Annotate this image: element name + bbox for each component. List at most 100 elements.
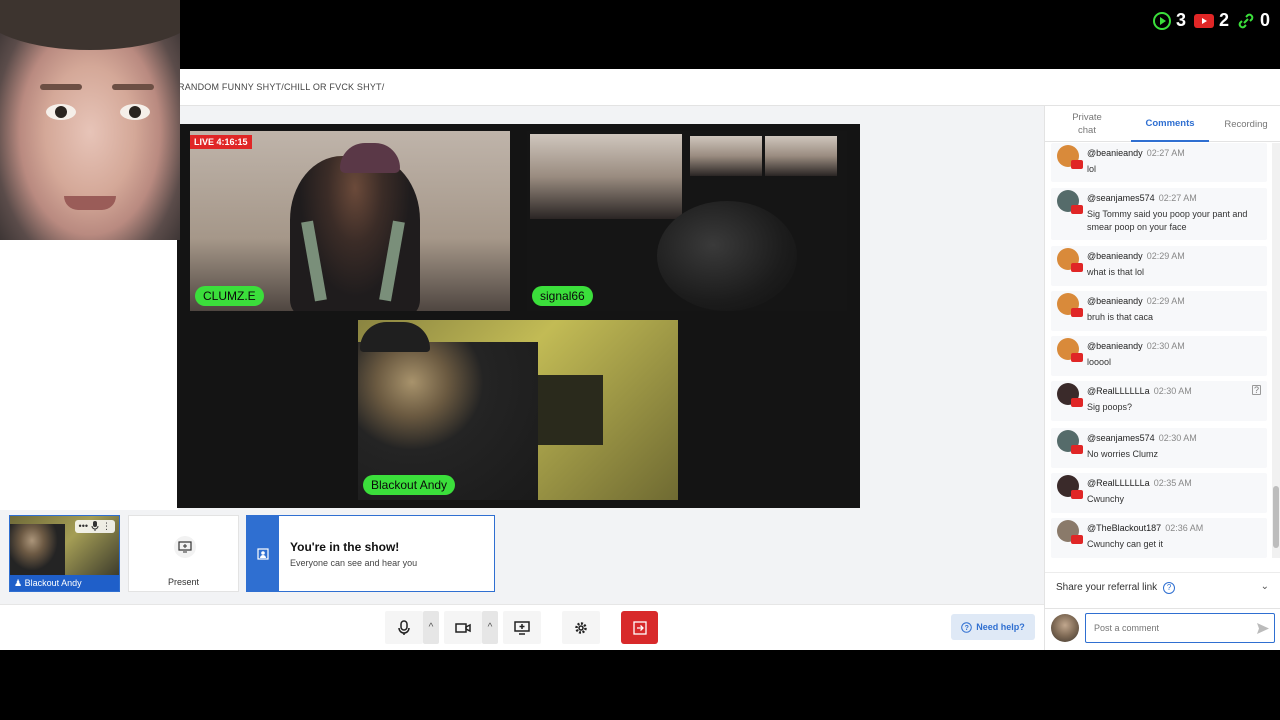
live-badge: LIVE 4:16:15 <box>190 135 252 149</box>
side-panel: Private chat Comments Recording @beaniea… <box>1044 106 1280 650</box>
comment-time: 02:30 AM <box>1146 341 1185 351</box>
kebab-menu-icon[interactable]: ⋮ <box>102 521 111 532</box>
youtube-count: 2 <box>1218 10 1229 30</box>
comment-time: 02:29 AM <box>1146 296 1185 306</box>
svg-text:?: ? <box>965 625 969 632</box>
youtube-badge-icon <box>1071 263 1083 272</box>
in-show-title: You're in the show! <box>290 540 400 554</box>
youtube-badge-icon <box>1071 160 1083 169</box>
comment-composer <box>1045 608 1280 650</box>
participant-tile-blackout-andy[interactable]: Blackout Andy <box>358 320 678 500</box>
participant-video <box>657 201 797 311</box>
participant-name: CLUMZ.E <box>195 286 264 306</box>
comment-item: @beanieandy 02:29 AM bruh is that caca <box>1051 291 1267 331</box>
comment-header: @beanieandy 02:29 AM <box>1087 251 1185 261</box>
tab-recording[interactable]: Recording <box>1215 106 1277 142</box>
camera-button[interactable] <box>444 611 482 644</box>
comment-user: @beanieandy <box>1087 296 1143 306</box>
participant-name: Blackout Andy <box>363 475 456 495</box>
settings-button[interactable] <box>562 611 600 644</box>
exit-icon <box>632 620 647 635</box>
comment-text: Sig Tommy said you poop your pant and sm… <box>1087 209 1248 232</box>
microphone-icon <box>398 619 410 635</box>
camera-options-caret[interactable]: ^ <box>482 611 498 644</box>
share-screen-button[interactable] <box>503 611 541 644</box>
mic-button[interactable] <box>385 611 423 644</box>
camera-icon <box>455 622 471 633</box>
comments-list[interactable]: @beanieandy 02:27 AM lol @seanjames574 02:… <box>1045 143 1273 558</box>
send-icon[interactable] <box>1257 623 1269 634</box>
screen: 3 2 0 RANDOM FUNNY SHYT/CHILL OR FVCK SH… <box>0 0 1280 720</box>
leave-button[interactable] <box>621 611 658 644</box>
chevron-down-icon: ⌄ <box>1260 581 1269 592</box>
tab-private-chat[interactable]: Private chat <box>1053 106 1121 142</box>
mic-options-caret[interactable]: ^ <box>423 611 439 644</box>
present-button[interactable]: Present <box>128 515 239 592</box>
comment-text: looool <box>1087 357 1112 367</box>
tab-comments-label: Comments <box>1145 117 1195 129</box>
comment-time: 02:27 AM <box>1158 193 1197 203</box>
link-icon <box>1238 13 1254 28</box>
comment-user: @seanjames574 <box>1087 433 1155 443</box>
comments-scrollbar[interactable] <box>1272 143 1280 558</box>
stream-stats: 3 2 0 <box>1152 10 1270 31</box>
referral-link-toggle[interactable]: Share your referral link ? ⌄ <box>1045 572 1280 602</box>
play-count: 3 <box>1175 10 1186 30</box>
more-dots-icon[interactable]: ••• <box>79 521 88 532</box>
comment-item: @seanjames574 02:30 AM No worries Clumz <box>1051 428 1267 468</box>
self-preview[interactable]: ••• ⋮ ♟ Blackout Andy <box>9 515 120 592</box>
comment-user: @RealLLLLLLa <box>1087 386 1150 396</box>
tab-private-chat-label: Private chat <box>1072 112 1102 136</box>
comment-header: @seanjames574 02:27 AM <box>1087 193 1197 203</box>
mic-icon[interactable] <box>91 521 99 531</box>
need-help-label: Need help? <box>976 622 1025 632</box>
webcam-eye-right <box>120 104 150 120</box>
webcam-brow-right <box>112 84 154 90</box>
url-text: RANDOM FUNNY SHYT/CHILL OR FVCK SHYT/ <box>178 82 385 92</box>
comment-item: @seanjames574 02:27 AM Sig Tommy said you… <box>1051 188 1267 240</box>
youtube-badge-icon <box>1071 445 1083 454</box>
user-avatar <box>1051 614 1079 642</box>
nested-video-2 <box>690 136 762 176</box>
presenter-icon <box>257 547 269 560</box>
video-stage: LIVE 4:16:15 CLUMZ.E signal66 Blackout A… <box>177 124 860 508</box>
nested-video-3 <box>765 136 837 176</box>
comment-time: 02:27 AM <box>1146 148 1185 158</box>
comment-time: 02:29 AM <box>1146 251 1185 261</box>
studio-app: RANDOM FUNNY SHYT/CHILL OR FVCK SHYT/ LI… <box>0 69 1280 650</box>
webcam-hair <box>0 0 180 50</box>
comment-header: @TheBlackout187 02:36 AM <box>1087 523 1203 533</box>
participant-cap <box>360 322 430 352</box>
comment-user: @seanjames574 <box>1087 193 1155 203</box>
comment-header: @RealLLLLLLa 02:35 AM <box>1087 478 1192 488</box>
present-label: Present <box>167 577 200 587</box>
in-show-subtitle: Everyone can see and hear you <box>290 558 418 568</box>
in-show-notice: You're in the show! Everyone can see and… <box>246 515 495 592</box>
comment-header: @beanieandy 02:27 AM <box>1087 148 1185 158</box>
webcam-eye-left <box>46 104 76 120</box>
self-name: Blackout Andy <box>24 578 82 588</box>
scrollbar-thumb[interactable] <box>1273 486 1279 548</box>
link-count: 0 <box>1259 10 1270 30</box>
comment-user: @beanieandy <box>1087 251 1143 261</box>
comment-user: @beanieandy <box>1087 148 1143 158</box>
need-help-button[interactable]: ? Need help? <box>951 614 1035 640</box>
gear-icon <box>575 621 587 634</box>
comment-input[interactable] <box>1085 613 1275 643</box>
participant-tile-clumz[interactable]: CLUMZ.E <box>190 131 510 311</box>
in-show-bar <box>247 516 279 591</box>
flag-icon[interactable]: ? <box>1252 385 1261 395</box>
comment-text: No worries Clumz <box>1087 449 1159 459</box>
participant-tile-signal66[interactable]: signal66 <box>527 131 847 311</box>
comment-user: @TheBlackout187 <box>1087 523 1162 533</box>
nested-video-1 <box>530 134 682 219</box>
youtube-badge-icon <box>1071 490 1083 499</box>
help-icon[interactable]: ? <box>1163 581 1176 594</box>
comment-header: @RealLLLLLLa 02:30 AM <box>1087 386 1192 396</box>
comment-user: @beanieandy <box>1087 341 1143 351</box>
comment-time: 02:36 AM <box>1165 523 1204 533</box>
comment-header: @beanieandy 02:30 AM <box>1087 341 1185 351</box>
streamer-webcam <box>0 0 180 240</box>
self-preview-controls[interactable]: ••• ⋮ <box>74 520 115 533</box>
tab-comments[interactable]: Comments <box>1131 106 1209 142</box>
